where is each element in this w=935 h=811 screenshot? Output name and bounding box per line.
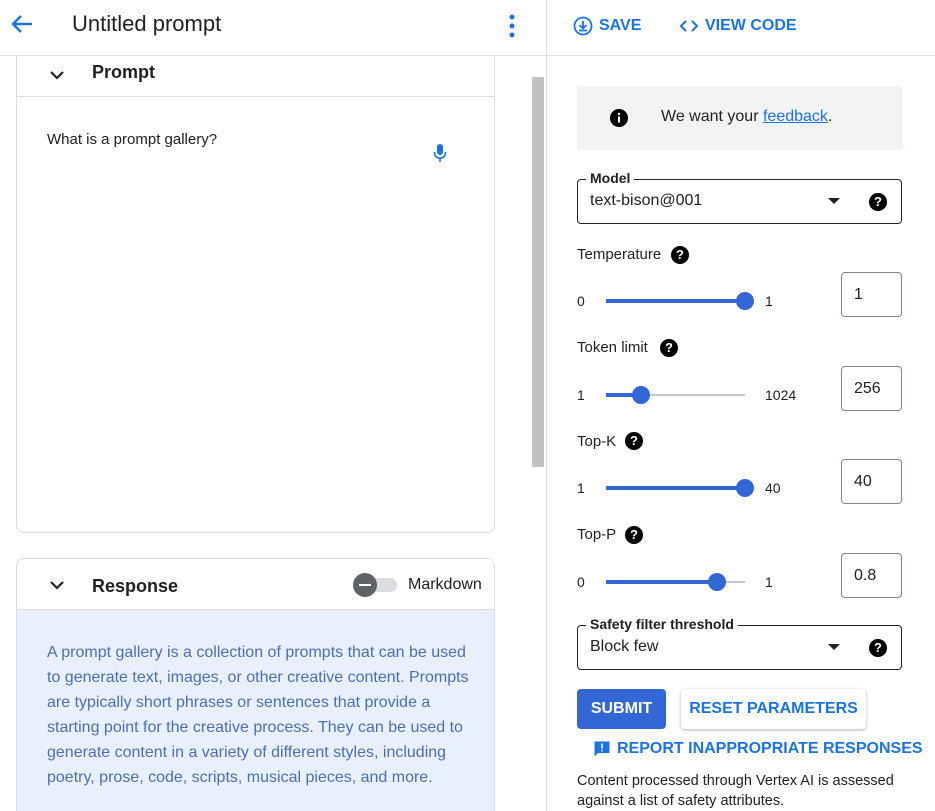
chevron-down-icon[interactable] [47,575,67,595]
response-section-title: Response [92,576,179,596]
top-p-input[interactable]: 0.8 [841,553,902,598]
back-arrow-icon[interactable] [8,10,36,38]
feedback-flag-icon [594,741,610,757]
more-vert-icon[interactable] [500,10,524,42]
top-k-slider[interactable] [606,478,754,498]
slider-fill [606,486,745,490]
token-limit-slider[interactable] [606,385,745,405]
toggle-knob [353,573,377,597]
temperature-input[interactable]: 1 [841,272,902,317]
help-icon[interactable]: ? [869,639,887,657]
chevron-down-icon[interactable] [47,65,67,85]
submit-button[interactable]: SUBMIT [577,689,666,729]
prompt-panel: Prompt What is a prompt gallery? [16,56,495,533]
top-k-label: Top-K [577,433,617,450]
top-k-max: 40 [765,480,781,496]
prompt-panel-header: Prompt [17,56,494,97]
slider-thumb[interactable] [736,479,754,497]
prompt-section-title: Prompt [92,62,155,82]
prompt-editor-pane: Untitled prompt Prompt What is a prompt … [0,0,546,811]
slider-fill [606,580,717,584]
prompt-input[interactable]: What is a prompt gallery? [47,131,217,148]
response-panel: Response Markdown A prompt gallery is a … [16,558,495,811]
help-icon[interactable]: ? [625,526,643,544]
microphone-icon[interactable] [432,143,448,163]
token-limit-input[interactable]: 256 [841,366,902,411]
top-bar: Untitled prompt [0,0,546,56]
temperature-max: 1 [765,293,773,309]
save-label: SAVE [599,17,642,34]
model-value: text-bison@001 [590,192,703,209]
download-circle-icon [573,16,593,36]
token-limit-max: 1024 [765,387,797,403]
feedback-banner: We want your feedback. [577,86,902,150]
feedback-suffix: . [827,108,833,125]
help-icon[interactable]: ? [660,339,678,357]
info-icon [610,109,628,127]
token-limit-min: 1 [577,387,585,403]
feedback-prefix: We want your [661,108,763,125]
report-inappropriate-button[interactable]: REPORT INAPPROPRIATE RESPONSES [593,740,923,758]
top-p-label: Top-P [577,526,617,543]
temperature-label: Temperature [577,246,662,263]
response-body: A prompt gallery is a collection of prom… [17,610,494,811]
safety-value: Block few [590,638,659,655]
help-icon[interactable]: ? [625,432,643,450]
markdown-label: Markdown [408,576,482,593]
dropdown-arrow-icon[interactable] [828,644,840,650]
help-icon[interactable]: ? [869,193,887,211]
token-limit-label: Token limit [577,339,648,356]
model-label: Model [586,170,635,186]
slider-thumb[interactable] [708,573,726,591]
safety-threshold-select[interactable]: Safety filter threshold Block few ? [577,616,902,670]
top-p-max: 1 [765,574,773,590]
safety-label: Safety filter threshold [586,616,738,632]
dropdown-arrow-icon[interactable] [828,198,840,204]
top-k-min: 1 [577,480,585,496]
parameters-pane: SAVE VIEW CODE We want your feedback. Mo… [546,0,935,811]
reset-parameters-button[interactable]: RESET PARAMETERS [681,689,866,729]
slider-fill [606,299,745,303]
code-icon [679,20,699,32]
safety-note: Content processed through Vertex AI is a… [577,773,894,809]
help-icon[interactable]: ? [671,246,689,264]
scrollbar-thumb[interactable] [532,77,544,467]
slider-thumb[interactable] [736,292,754,310]
response-panel-header: Response Markdown [17,559,494,610]
top-p-slider[interactable] [606,572,745,592]
top-p-min: 0 [577,574,585,590]
slider-thumb[interactable] [632,386,650,404]
save-button[interactable]: SAVE [573,14,641,38]
feedback-text: We want your feedback. [661,108,832,126]
divider [547,55,935,56]
view-code-button[interactable]: VIEW CODE [679,14,797,38]
top-k-input[interactable]: 40 [841,459,902,504]
report-label: REPORT INAPPROPRIATE RESPONSES [617,740,923,757]
temperature-slider[interactable] [606,291,754,311]
feedback-link[interactable]: feedback [763,108,828,125]
temperature-min: 0 [577,293,585,309]
markdown-toggle[interactable] [353,573,399,597]
view-code-label: VIEW CODE [705,17,797,34]
model-select[interactable]: Model text-bison@001 ? [577,170,902,224]
page-title: Untitled prompt [72,11,222,36]
response-text: A prompt gallery is a collection of prom… [47,644,469,786]
